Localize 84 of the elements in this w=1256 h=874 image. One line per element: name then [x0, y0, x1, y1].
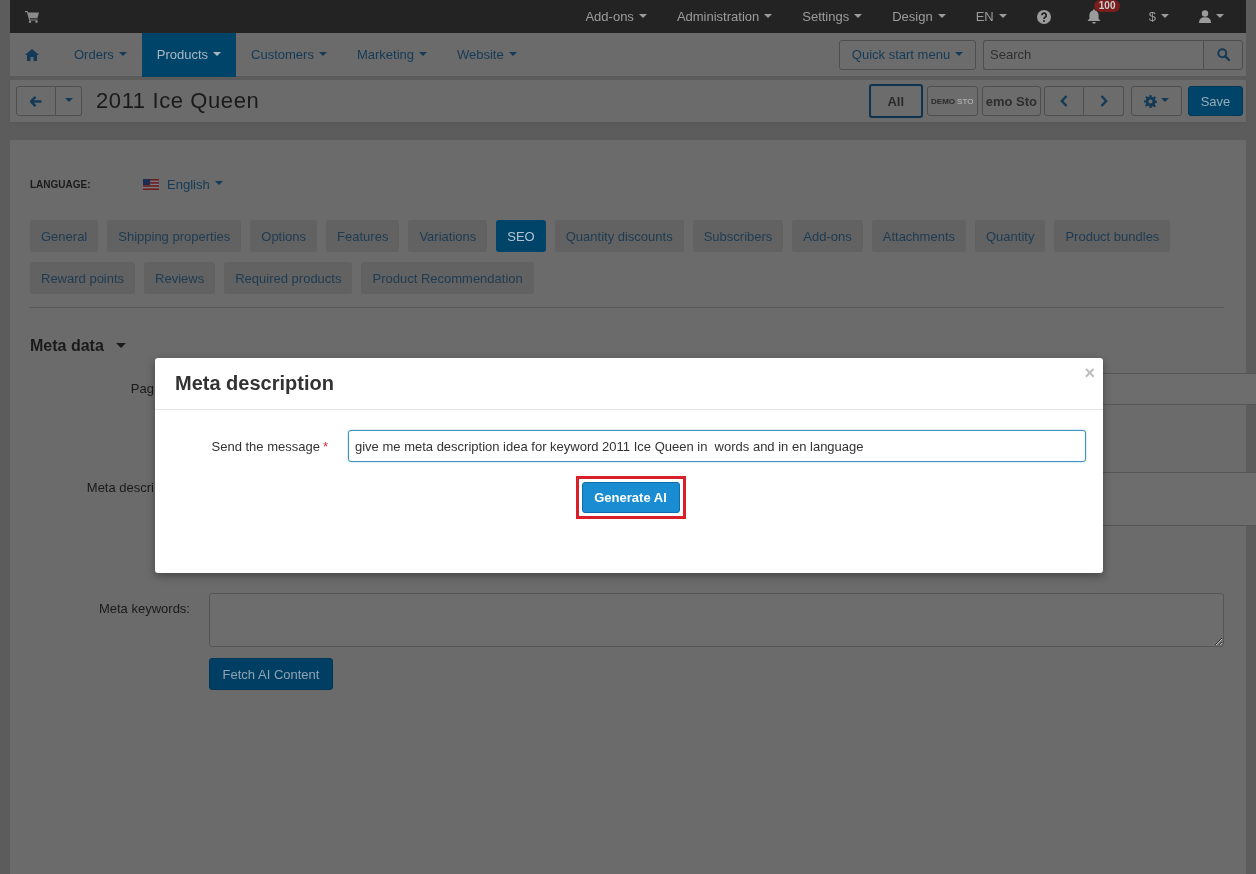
- nav-menu-item[interactable]: Website: [442, 32, 532, 77]
- field-label: Meta descri: [86, 480, 154, 495]
- top-menu-item[interactable]: EN: [960, 0, 1022, 33]
- textarea-field[interactable]: [1103, 472, 1256, 526]
- caret-icon: [955, 51, 964, 56]
- generate-ai-button[interactable]: Generate AI: [581, 482, 680, 513]
- input-field[interactable]: [1103, 373, 1256, 405]
- tab[interactable]: General: [30, 220, 99, 252]
- field-label: Send the message *: [210, 438, 328, 454]
- top-menu-item[interactable]: Administration: [661, 0, 788, 33]
- caret-icon: [118, 51, 127, 56]
- chevron-right-icon: [1099, 95, 1108, 107]
- tab[interactable]: Quantity: [975, 220, 1046, 252]
- gear-icon: [1144, 94, 1157, 108]
- tab[interactable]: Features: [326, 220, 400, 252]
- caret-icon: [419, 51, 427, 56]
- nav-menu-item[interactable]: Customers: [236, 32, 342, 77]
- back-button[interactable]: [16, 86, 56, 116]
- home-icon[interactable]: [25, 48, 39, 61]
- caret-icon: [638, 13, 647, 18]
- storefront-logo-button[interactable]: DEMO STO: [926, 86, 978, 116]
- textarea-field[interactable]: [209, 593, 1224, 647]
- search-field[interactable]: Search: [983, 39, 1203, 70]
- dialog-title: Meta description: [175, 372, 334, 395]
- page-title: 2011 Ice Queen: [96, 88, 260, 114]
- caret-icon: [115, 342, 126, 348]
- tab[interactable]: Shipping properties: [107, 220, 242, 252]
- caret-icon: [318, 51, 327, 56]
- tab[interactable]: Variations: [408, 220, 488, 252]
- tab[interactable]: Quantity discounts: [554, 220, 684, 252]
- tab[interactable]: Reward points: [30, 262, 136, 294]
- close-button[interactable]: ×: [1084, 363, 1095, 383]
- cart-icon[interactable]: [25, 10, 39, 23]
- tab[interactable]: Reviews: [144, 262, 216, 294]
- caret-icon: [937, 13, 946, 18]
- field-label: Pag: [130, 381, 154, 396]
- tab[interactable]: Product Recommendation: [361, 262, 534, 294]
- tab[interactable]: Options: [250, 220, 318, 252]
- language-label: LANGUAGE:: [30, 178, 92, 190]
- caret-icon: [508, 51, 517, 56]
- bell-icon[interactable]: [1086, 9, 1101, 24]
- caret-icon: [64, 98, 73, 102]
- quick-start-button[interactable]: Quick start menu: [839, 39, 976, 70]
- caret-icon: [213, 51, 222, 56]
- flag-icon: [143, 178, 159, 190]
- tab[interactable]: SEO: [496, 220, 546, 252]
- help-icon[interactable]: [1036, 9, 1051, 24]
- tab[interactable]: Required products: [224, 262, 353, 294]
- section-toggle[interactable]: Meta data: [30, 336, 126, 356]
- top-menu-item[interactable]: Add-ons: [570, 0, 662, 33]
- arrow-left-icon: [30, 95, 42, 107]
- field-label: Meta keywords:: [98, 601, 190, 616]
- caret-icon: [214, 181, 223, 185]
- search-button[interactable]: [1203, 39, 1243, 70]
- message-input[interactable]: give me meta description idea for keyword 2011 Ice Queen in words and in en language: [348, 430, 1086, 462]
- tab[interactable]: Attachments: [871, 220, 966, 252]
- caret-icon: [1161, 13, 1169, 18]
- nav-menu-item[interactable]: Orders: [59, 32, 142, 77]
- nav-menu-item[interactable]: Products: [141, 32, 237, 77]
- nav-menu-item[interactable]: Marketing: [341, 32, 442, 77]
- top-menu-item[interactable]: Design: [877, 0, 961, 33]
- caret-icon: [998, 13, 1007, 18]
- next-button[interactable]: [1084, 86, 1124, 116]
- storefront-button[interactable]: All: [868, 84, 923, 118]
- storefront-button[interactable]: emo Sto: [981, 86, 1041, 116]
- caret-icon: [764, 13, 773, 18]
- save-button[interactable]: Save: [1188, 86, 1243, 116]
- caret-icon: [854, 13, 863, 18]
- search-icon: [1216, 48, 1230, 61]
- currency-menu[interactable]: $: [1133, 0, 1184, 33]
- notification-badge: 100: [1093, 0, 1121, 12]
- fetch-ai-button[interactable]: Fetch AI Content: [209, 658, 333, 690]
- language-dropdown[interactable]: English: [167, 176, 223, 192]
- top-menu-item[interactable]: Settings: [787, 0, 878, 33]
- tab[interactable]: Product bundles: [1054, 220, 1171, 252]
- tab[interactable]: Subscribers: [692, 220, 784, 252]
- previous-button[interactable]: [1044, 86, 1084, 116]
- tab[interactable]: Add-ons: [792, 220, 863, 252]
- chevron-left-icon: [1060, 95, 1068, 107]
- history-dropdown-button[interactable]: [56, 86, 82, 116]
- caret-icon: [1161, 98, 1169, 102]
- user-icon: [1199, 10, 1211, 23]
- settings-dropdown-button[interactable]: [1131, 86, 1182, 116]
- caret-icon: [1216, 13, 1224, 18]
